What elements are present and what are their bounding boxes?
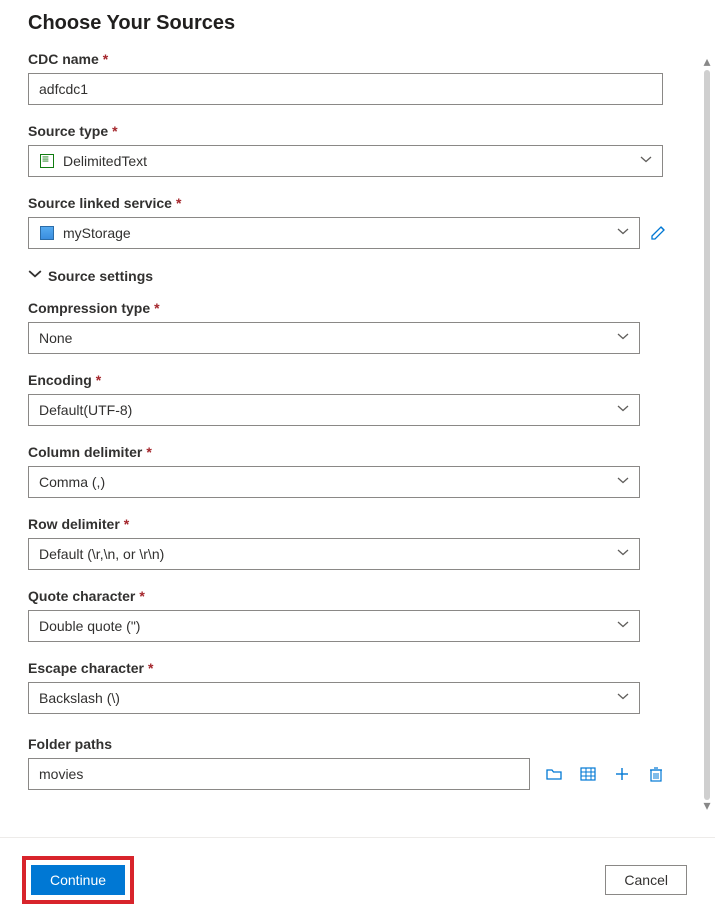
chevron-down-icon (617, 403, 629, 418)
chevron-down-icon (617, 475, 629, 490)
folder-paths-label: Folder paths (28, 736, 687, 752)
encoding-label: Encoding* (28, 372, 687, 388)
row-delimiter-label: Row delimiter* (28, 516, 687, 532)
browse-folder-icon[interactable] (544, 764, 564, 784)
encoding-dropdown[interactable]: Default(UTF-8) (28, 394, 640, 426)
folder-paths-input[interactable]: movies (28, 758, 530, 790)
source-linked-service-dropdown[interactable]: myStorage (28, 217, 640, 249)
chevron-down-icon (640, 154, 652, 169)
quote-character-dropdown[interactable]: Double quote (") (28, 610, 640, 642)
chevron-down-icon (617, 331, 629, 346)
preview-data-icon[interactable] (578, 764, 598, 784)
storage-icon (39, 225, 55, 241)
source-settings-toggle[interactable]: Source settings (28, 267, 687, 284)
column-delimiter-dropdown[interactable]: Comma (,) (28, 466, 640, 498)
cancel-button[interactable]: Cancel (605, 865, 687, 895)
scroll-thumb[interactable] (704, 70, 710, 800)
scroll-down-arrow[interactable]: ▾ (703, 800, 711, 814)
chevron-down-icon (617, 691, 629, 706)
source-type-label: Source type* (28, 123, 687, 139)
source-settings-label: Source settings (48, 268, 153, 284)
add-icon[interactable] (612, 764, 632, 784)
delimited-text-icon (39, 153, 55, 169)
compression-type-dropdown[interactable]: None (28, 322, 640, 354)
page-title: Choose Your Sources (28, 12, 687, 35)
escape-character-dropdown[interactable]: Backslash (\) (28, 682, 640, 714)
chevron-down-icon (28, 267, 42, 284)
scrollbar[interactable]: ▴ ▾ (703, 56, 711, 816)
row-delimiter-dropdown[interactable]: Default (\r,\n, or \r\n) (28, 538, 640, 570)
source-type-dropdown[interactable]: DelimitedText (28, 145, 663, 177)
cdc-name-input[interactable]: adfcdc1 (28, 73, 663, 105)
delete-icon[interactable] (646, 764, 666, 784)
edit-linked-service-icon[interactable] (650, 223, 668, 244)
quote-character-label: Quote character* (28, 588, 687, 604)
chevron-down-icon (617, 226, 629, 241)
escape-character-label: Escape character* (28, 660, 687, 676)
chevron-down-icon (617, 619, 629, 634)
column-delimiter-label: Column delimiter* (28, 444, 687, 460)
source-linked-service-label: Source linked service* (28, 195, 687, 211)
continue-highlight: Continue (22, 856, 134, 904)
continue-button[interactable]: Continue (31, 865, 125, 895)
compression-type-label: Compression type* (28, 300, 687, 316)
scroll-up-arrow[interactable]: ▴ (703, 56, 711, 70)
cdc-name-label: CDC name* (28, 51, 687, 67)
chevron-down-icon (617, 547, 629, 562)
